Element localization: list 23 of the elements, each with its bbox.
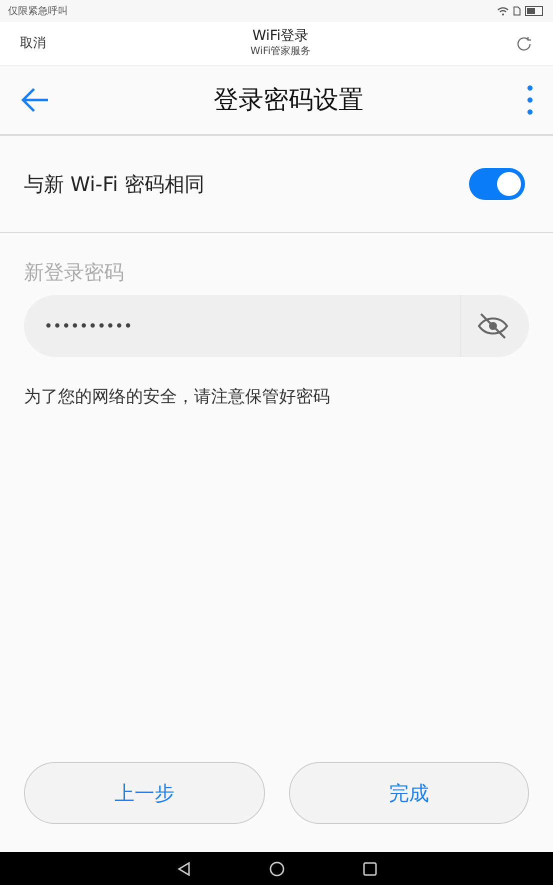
visibility-toggle[interactable] [460, 295, 529, 357]
password-field[interactable]: •••••••••• [24, 295, 460, 357]
back-arrow-icon[interactable] [20, 87, 50, 113]
recents-icon[interactable] [362, 862, 376, 876]
battery-icon [525, 6, 545, 16]
home-icon[interactable] [268, 860, 284, 876]
step-button[interactable]: 完成 [288, 762, 529, 824]
cancel-button[interactable]: 取消 [20, 34, 46, 54]
toggle-switch[interactable] [469, 168, 525, 200]
setting-label: 与新 Wi-Fi 密码相同 [24, 171, 204, 198]
refresh-icon[interactable] [515, 34, 533, 52]
page-title: 登录密码设置 [214, 84, 364, 116]
eye-slash-icon[interactable] [477, 312, 509, 340]
sim-icon [513, 6, 521, 16]
window-subtitle: WiFi管家服务 [250, 44, 311, 59]
field-label: 新登录密码 [24, 259, 125, 286]
wifi-icon [497, 6, 509, 16]
back-icon[interactable] [176, 862, 190, 876]
security-hint: 为了您的网络的安全，请注意保管好密码 [24, 386, 331, 409]
step-button[interactable]: 上一步 [24, 762, 264, 824]
window-title: WiFi登录 [252, 28, 309, 44]
more-icon[interactable] [527, 85, 533, 115]
carrier-text: 仅限紧急呼叫 [8, 4, 68, 18]
